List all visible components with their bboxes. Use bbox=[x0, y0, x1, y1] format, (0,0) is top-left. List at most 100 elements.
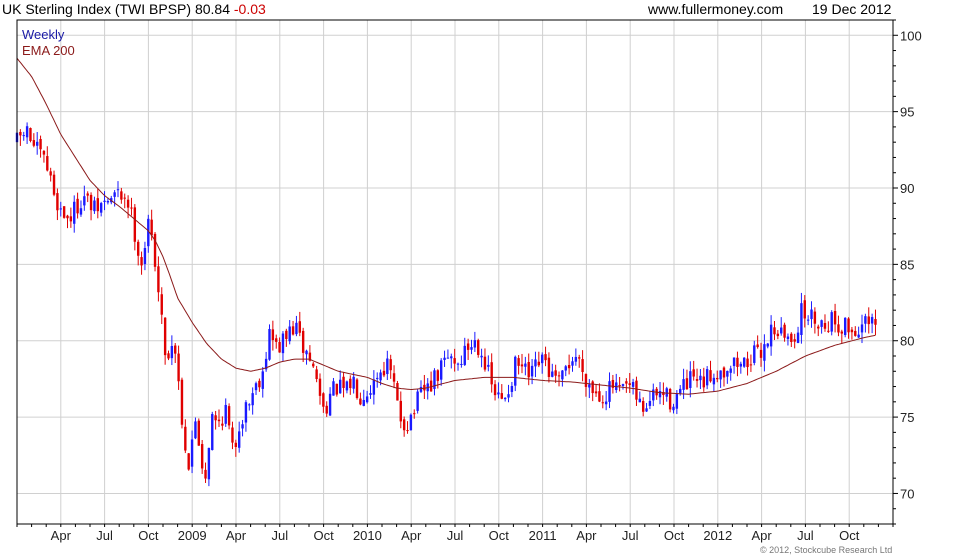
candle-body bbox=[52, 174, 56, 195]
x-tick-label: Jul bbox=[271, 528, 288, 543]
candle-body bbox=[547, 357, 551, 377]
candle-body bbox=[837, 324, 840, 333]
candle-body bbox=[833, 311, 837, 325]
candle-body bbox=[598, 391, 601, 402]
candle-body bbox=[271, 329, 275, 341]
candle-body bbox=[705, 369, 709, 386]
candle-body bbox=[658, 391, 662, 398]
candle-body bbox=[578, 357, 581, 359]
candle-body bbox=[285, 330, 288, 339]
candle-body bbox=[668, 389, 672, 410]
candle-body bbox=[571, 361, 574, 366]
candle-body bbox=[86, 193, 89, 196]
candle-body bbox=[372, 379, 376, 395]
candle-body bbox=[561, 370, 564, 380]
candle-body bbox=[180, 379, 184, 425]
candle-body bbox=[22, 135, 25, 137]
candle-body bbox=[113, 192, 116, 197]
candle-body bbox=[823, 322, 827, 329]
ema-200-line bbox=[16, 57, 876, 395]
candle-body bbox=[96, 198, 99, 212]
candle-body bbox=[850, 329, 854, 333]
candle-body bbox=[534, 359, 537, 367]
candle-body bbox=[604, 401, 608, 405]
candle-body bbox=[810, 309, 813, 320]
candle-body bbox=[278, 342, 281, 353]
candle-body bbox=[692, 369, 695, 377]
candle-body bbox=[325, 405, 328, 414]
candle-body bbox=[510, 386, 514, 392]
candle-body bbox=[170, 346, 174, 359]
candle-body bbox=[69, 216, 73, 222]
candle-body bbox=[190, 439, 194, 467]
candle-body bbox=[638, 398, 642, 403]
candle-body bbox=[497, 392, 500, 395]
candle-body bbox=[399, 400, 402, 422]
y-tick-label: 90 bbox=[900, 181, 914, 196]
candle-body bbox=[62, 206, 66, 218]
candle-body bbox=[793, 339, 796, 342]
candle-body bbox=[544, 354, 547, 361]
x-tick-label: Oct bbox=[839, 528, 860, 543]
grid-lines bbox=[17, 20, 893, 524]
x-tick-label: Jul bbox=[622, 528, 639, 543]
candle-body bbox=[49, 171, 52, 176]
candle-body bbox=[729, 368, 732, 373]
candle-body bbox=[389, 359, 392, 371]
candle-body bbox=[194, 421, 197, 439]
candle-body bbox=[843, 317, 847, 335]
candle-body bbox=[625, 381, 628, 384]
candle-body bbox=[759, 349, 763, 358]
x-tick-label: Oct bbox=[489, 528, 510, 543]
candle-body bbox=[76, 198, 79, 214]
x-tick-label: Apr bbox=[751, 528, 772, 543]
candle-body bbox=[786, 336, 790, 339]
candle-body bbox=[477, 340, 480, 355]
candle-body bbox=[463, 345, 466, 365]
candle-body bbox=[466, 343, 470, 350]
candle-body bbox=[392, 373, 396, 382]
candle-body bbox=[645, 408, 648, 412]
candle-body bbox=[211, 414, 214, 450]
y-tick-label: 70 bbox=[900, 486, 914, 501]
candle-body bbox=[93, 200, 96, 212]
candle-body bbox=[439, 360, 443, 380]
candle-body bbox=[254, 383, 258, 391]
candle-body bbox=[591, 381, 594, 394]
candle-body bbox=[749, 364, 753, 366]
candle-body bbox=[722, 367, 726, 378]
candle-body bbox=[830, 312, 833, 332]
candle-body bbox=[227, 406, 231, 426]
candle-body bbox=[480, 355, 483, 358]
candle-body bbox=[298, 321, 301, 333]
candle-body bbox=[120, 191, 123, 200]
candle-body bbox=[143, 248, 147, 264]
candle-body bbox=[776, 333, 780, 337]
candle-body bbox=[73, 201, 76, 224]
candle-body bbox=[349, 378, 352, 389]
candle-body bbox=[719, 370, 722, 380]
candle-body bbox=[618, 385, 621, 387]
candle-body bbox=[514, 356, 517, 386]
candle-body bbox=[601, 402, 604, 404]
candle-body bbox=[312, 363, 315, 367]
weekly-candles bbox=[15, 122, 877, 487]
candle-body bbox=[275, 338, 278, 342]
candle-body bbox=[783, 324, 786, 338]
candle-body bbox=[564, 366, 567, 371]
x-tick-label: Apr bbox=[576, 528, 597, 543]
candle-body bbox=[133, 207, 137, 242]
candle-body bbox=[773, 327, 776, 335]
candle-body bbox=[214, 415, 217, 421]
candle-body bbox=[116, 189, 120, 191]
candle-body bbox=[322, 393, 325, 407]
candle-body bbox=[769, 324, 773, 347]
candle-body bbox=[369, 393, 372, 395]
y-tick-label: 85 bbox=[900, 257, 914, 272]
candle-body bbox=[493, 384, 497, 396]
candle-body bbox=[224, 404, 227, 424]
candle-body bbox=[736, 357, 739, 367]
candle-body bbox=[483, 356, 487, 370]
candle-body bbox=[537, 361, 541, 366]
x-tick-label: 2012 bbox=[703, 528, 732, 543]
